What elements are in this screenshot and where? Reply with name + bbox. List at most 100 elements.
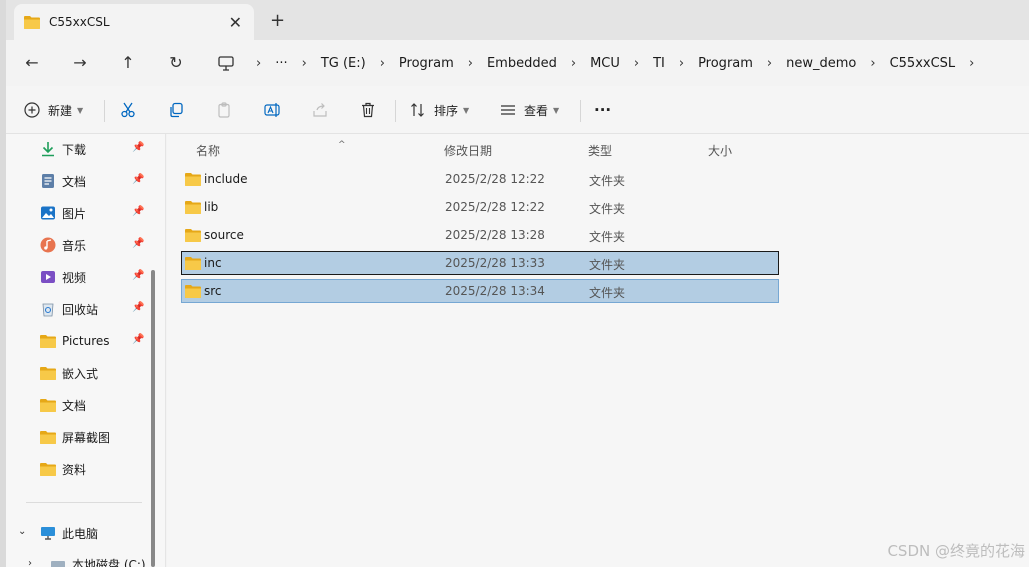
chevron-down-icon: ▼ bbox=[463, 105, 470, 115]
file-name: src bbox=[204, 284, 222, 298]
sidebar-item-label: 视频 bbox=[62, 270, 87, 285]
rename-button[interactable] bbox=[264, 98, 282, 122]
sidebar-item-documents-folder[interactable]: 文档 bbox=[40, 394, 150, 416]
folder-icon bbox=[185, 285, 201, 298]
file-date: 2025/2/28 12:22 bbox=[445, 200, 545, 214]
view-button[interactable]: 查看 ▼ bbox=[500, 98, 559, 122]
table-row[interactable]: lib 2025/2/28 12:22 文件夹 bbox=[181, 195, 779, 219]
breadcrumb-item-mcu[interactable]: MCU bbox=[588, 56, 622, 71]
new-label: 新建 bbox=[48, 103, 73, 118]
paste-icon bbox=[218, 102, 230, 118]
pin-icon: 📌 bbox=[132, 206, 145, 217]
delete-button[interactable] bbox=[360, 98, 376, 122]
sidebar-item-screenshots[interactable]: 屏幕截图 bbox=[40, 426, 150, 448]
refresh-icon[interactable]: ↻ bbox=[164, 52, 188, 74]
new-tab-button[interactable]: + bbox=[270, 10, 285, 31]
view-label: 查看 bbox=[524, 103, 549, 118]
computer-icon[interactable] bbox=[218, 55, 234, 71]
sidebar-item-local-disk[interactable]: 本地磁盘 (C:) bbox=[50, 553, 160, 567]
tab-title: C55xxCSL bbox=[49, 15, 110, 29]
column-header-name[interactable]: 名称 ^ bbox=[196, 140, 346, 159]
breadcrumb-item-embedded[interactable]: Embedded bbox=[485, 56, 559, 71]
sidebar-item-label: 此电脑 bbox=[62, 526, 99, 541]
folder-icon bbox=[40, 367, 56, 380]
pin-icon: 📌 bbox=[132, 238, 145, 249]
pin-icon: 📌 bbox=[132, 174, 145, 185]
up-icon[interactable]: ↑ bbox=[116, 52, 140, 74]
pin-icon: 📌 bbox=[132, 270, 145, 281]
chevron-right-icon: › bbox=[379, 55, 385, 71]
plus-circle-icon bbox=[24, 102, 40, 118]
breadcrumb-item-new-demo[interactable]: new_demo bbox=[784, 56, 858, 71]
breadcrumb-item-program-2[interactable]: Program bbox=[696, 56, 755, 71]
new-button[interactable]: 新建 ▼ bbox=[24, 98, 83, 122]
sort-ascending-icon: ^ bbox=[338, 140, 346, 150]
chevron-right-icon: › bbox=[766, 55, 773, 71]
toolbar-divider bbox=[104, 100, 105, 122]
column-header-date[interactable]: 修改日期 bbox=[444, 142, 492, 159]
breadcrumb-item-c55xxcsl[interactable]: C55xxCSL bbox=[888, 56, 958, 71]
file-explorer-window: C55xxCSL ✕ + ← → ↑ ↻ › ··· › TG (E:) › P… bbox=[6, 0, 1029, 567]
sort-label: 排序 bbox=[434, 103, 459, 118]
breadcrumb-item-ti[interactable]: TI bbox=[651, 56, 667, 71]
scissors-icon bbox=[121, 102, 135, 118]
tab-c55xxcsl[interactable]: C55xxCSL ✕ bbox=[14, 4, 254, 40]
sort-button[interactable]: 排序 ▼ bbox=[410, 98, 469, 122]
more-options-button[interactable]: ··· bbox=[594, 98, 611, 122]
table-row[interactable]: source 2025/2/28 13:28 文件夹 bbox=[181, 223, 779, 247]
file-type: 文件夹 bbox=[589, 174, 626, 188]
column-header-size[interactable]: 大小 bbox=[708, 142, 732, 159]
command-bar: 新建 ▼ 排序 ▼ 查看 ▼ ··· bbox=[6, 86, 1029, 134]
folder-icon bbox=[185, 257, 201, 270]
file-date: 2025/2/28 13:34 bbox=[445, 284, 545, 298]
paste-button[interactable] bbox=[216, 98, 232, 122]
column-header-type[interactable]: 类型 bbox=[588, 142, 612, 159]
pin-icon: 📌 bbox=[132, 142, 145, 153]
sidebar-item-label: 图片 bbox=[62, 206, 87, 221]
chevron-right-icon: › bbox=[256, 55, 262, 71]
sidebar-item-label: 文档 bbox=[62, 174, 87, 189]
back-icon[interactable]: ← bbox=[20, 52, 44, 74]
sidebar-item-label: 文档 bbox=[62, 398, 87, 413]
folder-icon bbox=[40, 431, 56, 444]
share-button[interactable] bbox=[312, 98, 328, 122]
sidebar-item-label: 本地磁盘 (C:) bbox=[72, 557, 146, 567]
recycle-bin-icon bbox=[42, 303, 54, 317]
toolbar-divider bbox=[580, 100, 581, 122]
pin-icon: 📌 bbox=[132, 302, 145, 313]
sidebar-scrollbar[interactable] bbox=[151, 270, 155, 567]
folder-icon bbox=[185, 201, 201, 214]
rename-icon bbox=[264, 103, 280, 117]
sidebar-item-this-pc[interactable]: 此电脑 bbox=[40, 522, 150, 544]
breadcrumb-more[interactable]: ··· bbox=[273, 56, 289, 71]
table-row-selected[interactable]: inc 2025/2/28 13:33 文件夹 bbox=[181, 251, 779, 275]
breadcrumb-item-drive[interactable]: TG (E:) bbox=[319, 56, 368, 71]
folder-icon bbox=[24, 16, 40, 29]
file-name: include bbox=[204, 172, 248, 186]
file-date: 2025/2/28 12:22 bbox=[445, 172, 545, 186]
chevron-down-icon[interactable]: ⌄ bbox=[18, 526, 26, 537]
breadcrumb-item-program[interactable]: Program bbox=[397, 56, 456, 71]
chevron-right-icon: › bbox=[678, 55, 685, 71]
table-row-selected[interactable]: src 2025/2/28 13:34 文件夹 bbox=[181, 279, 779, 303]
table-row[interactable]: include 2025/2/28 12:22 文件夹 bbox=[181, 167, 779, 191]
watermark: CSDN @终竟的花海 bbox=[887, 542, 1025, 560]
folder-icon bbox=[185, 173, 201, 186]
sidebar-item-materials[interactable]: 资料 bbox=[40, 458, 150, 480]
sidebar-divider bbox=[26, 502, 142, 503]
forward-icon[interactable]: → bbox=[68, 52, 92, 74]
copy-icon bbox=[170, 102, 183, 118]
close-tab-icon[interactable]: ✕ bbox=[229, 13, 242, 32]
trash-icon bbox=[362, 102, 374, 118]
chevron-right-icon[interactable]: › bbox=[28, 558, 32, 567]
folder-icon bbox=[40, 399, 56, 412]
chevron-right-icon: › bbox=[301, 55, 307, 71]
sidebar-item-embedded[interactable]: 嵌入式 bbox=[40, 362, 150, 384]
copy-button[interactable] bbox=[168, 98, 184, 122]
file-type: 文件夹 bbox=[589, 202, 626, 216]
sidebar-item-label: 回收站 bbox=[62, 302, 99, 317]
download-icon bbox=[42, 142, 54, 157]
file-type: 文件夹 bbox=[589, 286, 626, 300]
music-icon bbox=[40, 237, 56, 253]
cut-button[interactable] bbox=[120, 98, 136, 122]
